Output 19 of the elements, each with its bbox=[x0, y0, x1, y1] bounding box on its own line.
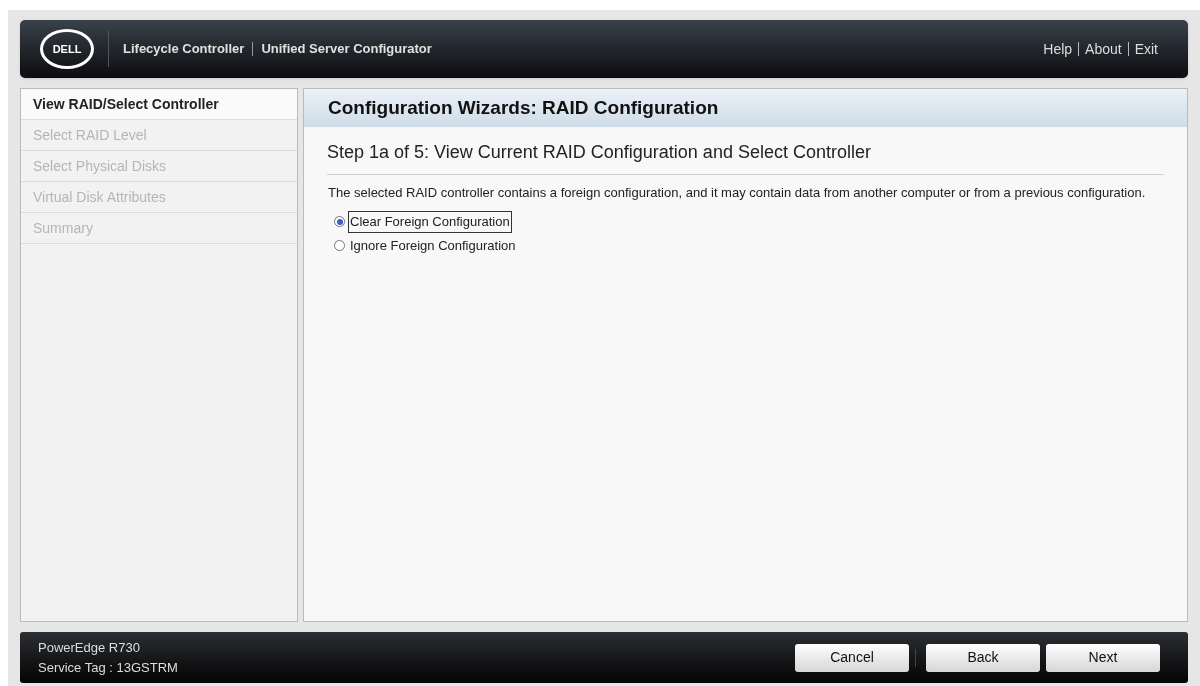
radio-button[interactable] bbox=[334, 216, 345, 228]
radio-label: Clear Foreign Configuration bbox=[348, 211, 512, 233]
dell-logo: DELL bbox=[40, 29, 94, 69]
product-subtitle: Unified Server Configurator bbox=[261, 40, 432, 59]
service-tag: Service Tag : 13GSTRM bbox=[38, 657, 178, 678]
description-text: The selected RAID controller contains a foreign configuration, and it may contain data from another computer or from a previous configuration. bbox=[328, 184, 1147, 202]
header-link[interactable]: Help bbox=[1043, 38, 1073, 60]
header-link[interactable]: About bbox=[1085, 38, 1122, 60]
model-name: PowerEdge R730 bbox=[38, 638, 141, 657]
product-title: Lifecycle Controller bbox=[123, 40, 245, 59]
footer-button[interactable]: Next bbox=[1046, 643, 1160, 672]
step-heading: Step 1a of 5: View Current RAID Configuration and Select Controller bbox=[327, 139, 1164, 175]
panel-title: Configuration Wizards: RAID Configuration bbox=[304, 89, 1187, 127]
footer-button[interactable]: Back bbox=[926, 643, 1040, 672]
footer-button[interactable]: Cancel bbox=[795, 643, 909, 672]
radio-button[interactable] bbox=[334, 239, 345, 251]
radio-label: Ignore Foreign Configuration bbox=[349, 236, 517, 255]
wizard-step[interactable]: View RAID/Select Controller bbox=[21, 89, 297, 120]
header-link[interactable]: Exit bbox=[1134, 38, 1158, 60]
